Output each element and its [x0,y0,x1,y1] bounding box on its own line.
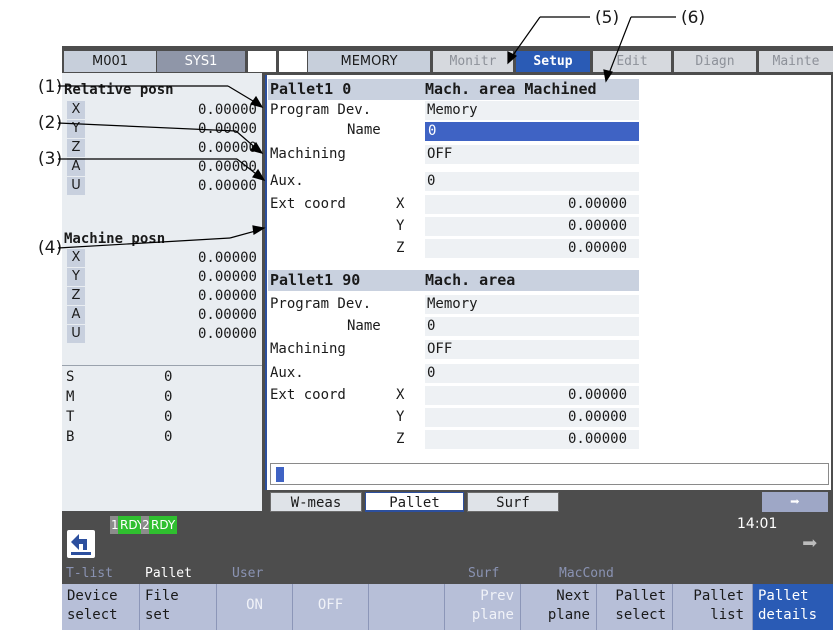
machine-row-z: Z 0.00000 [62,286,262,306]
machine-row-a: A 0.00000 [62,305,262,325]
machine-row-y: Y 0.00000 [62,267,262,287]
operation-mode: MEMORY [308,51,430,72]
softkey-device-select[interactable]: Device select [62,584,140,630]
name-value[interactable]: 0 [427,316,435,336]
value-bg [425,340,639,359]
subtab-surf[interactable]: Surf [467,492,559,512]
ext-axis-y: Y [396,218,405,234]
softkey-on[interactable]: ON [217,584,293,630]
relative-posn-title: Relative posn [64,82,174,98]
program-dev-label: Program Dev. [270,102,372,118]
ext-value-x[interactable]: 0.00000 [568,194,627,214]
subtab-next-arrow-icon[interactable]: ➡ [762,492,828,512]
softkey-next-plane[interactable]: Next plane [521,584,597,630]
machine-posn-title: Machine posn [64,231,166,247]
callout-6: (6) [681,8,706,28]
callout-1: (1) [38,77,63,97]
ext-value-y[interactable]: 0.00000 [568,407,627,427]
ext-axis-z: Z [396,240,405,256]
forward-arrow-icon[interactable]: ➡ [793,530,827,558]
machine-row-u: U 0.00000 [62,324,262,344]
tab-diagn[interactable]: Diagn [674,51,756,72]
name-label: Name [347,122,381,138]
name-input-selected[interactable]: 0 [425,122,639,141]
relative-row-a: A 0.00000 [62,157,262,177]
softkey-pallet-select[interactable]: Pallet select [597,584,673,630]
softkey-pallet-list[interactable]: Pallet list [673,584,753,630]
menu-tlist: T-list [66,566,113,581]
ext-value-z[interactable]: 0.00000 [568,429,627,449]
subtab-w-meas[interactable]: W-meas [270,492,362,512]
ext-axis-z: Z [396,431,405,447]
ext-axis-y: Y [396,409,405,425]
tab-monitor[interactable]: Monitr [433,51,513,72]
menu-pallet: Pallet [145,566,192,581]
aux-label: Aux. [270,365,304,381]
relative-row-u: U 0.00000 [62,176,262,196]
machine-number: M001 [64,51,156,72]
input-cursor [276,467,284,482]
machine-row-x: X 0.00000 [62,248,262,268]
machining-label: Machining [270,146,346,162]
callout-2: (2) [38,113,63,133]
softkey-prev-plane[interactable]: Prev plane [445,584,521,630]
menu-maccond: MacCond [559,566,614,581]
tab-edit[interactable]: Edit [593,51,671,72]
name-label: Name [347,318,381,334]
menu-surf: Surf [468,566,500,581]
divider [62,365,262,366]
machining-value[interactable]: OFF [427,339,452,359]
ext-axis-x: X [396,196,405,212]
program-dev-label: Program Dev. [270,296,372,312]
value-bg [425,145,639,164]
code-row-t: T0 [66,409,173,425]
back-arrow-icon[interactable] [67,530,95,558]
pallet-header-2: Pallet1 90 Mach. area [268,270,639,291]
value-bg [425,364,639,383]
aux-value[interactable]: 0 [427,363,435,383]
softkey-blank[interactable] [369,584,445,630]
callout-4: (4) [38,238,63,258]
code-row-m: M0 [66,389,173,405]
aux-label: Aux. [270,173,304,189]
rdy2-badge: RDY [149,516,178,534]
blank-box-1 [248,51,276,72]
program-dev-value[interactable]: Memory [427,294,478,314]
pallet-header-1: Pallet1 0 Mach. area Machined [268,79,639,100]
ext-axis-x: X [396,387,405,403]
machining-value[interactable]: OFF [427,144,452,164]
value-bg [425,317,639,336]
input-line[interactable] [270,463,829,485]
status-bar [62,514,833,564]
subtab-pallet[interactable]: Pallet [365,492,464,512]
softkey-off[interactable]: OFF [293,584,369,630]
tab-mainte[interactable]: Mainte [759,51,833,72]
relative-row-z: Z 0.00000 [62,138,262,158]
blank-box-2 [279,51,307,72]
softkey-file-set[interactable]: File set [140,584,217,630]
menu-user: User [232,566,264,581]
ext-coord-label: Ext coord [270,196,346,212]
program-dev-value[interactable]: Memory [427,100,478,120]
ext-value-z[interactable]: 0.00000 [568,238,627,258]
relative-row-y: Y 0.00000 [62,119,262,139]
ext-value-x[interactable]: 0.00000 [568,385,627,405]
aux-value[interactable]: 0 [427,171,435,191]
value-bg [425,172,639,191]
softkey-pallet-details[interactable]: Pallet details [753,584,833,630]
code-row-s: S0 [66,369,173,385]
callout-5: (5) [595,8,620,28]
ext-value-y[interactable]: 0.00000 [568,216,627,236]
clock: 14:01 [737,516,778,532]
callout-3: (3) [38,149,63,169]
code-row-b: B0 [66,429,173,445]
tab-setup[interactable]: Setup [516,51,590,72]
system-number: SYS1 [157,51,245,72]
relative-row-x: X 0.00000 [62,100,262,120]
ext-coord-label: Ext coord [270,387,346,403]
machining-label: Machining [270,341,346,357]
